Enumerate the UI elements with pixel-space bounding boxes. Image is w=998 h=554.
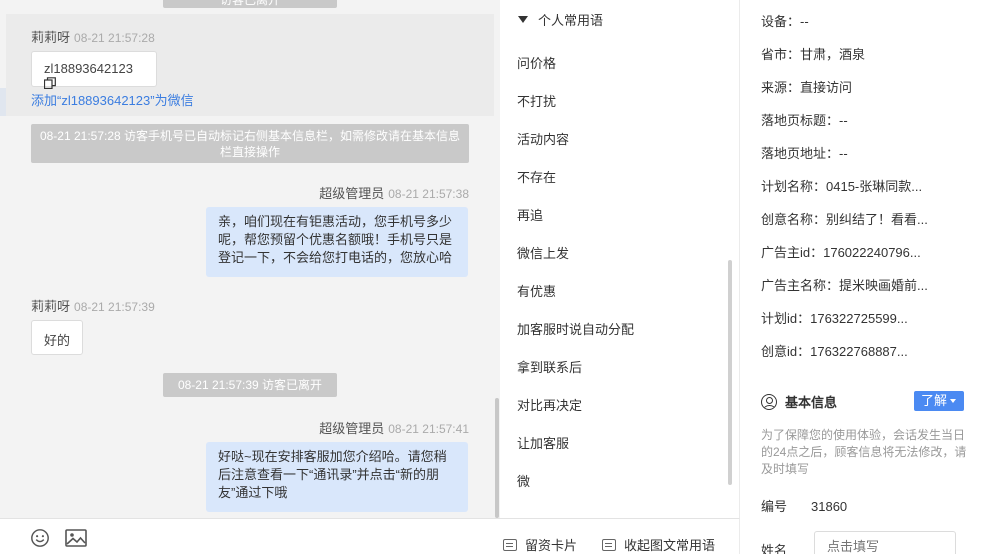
phrases-panel: 个人常用语 问价格 不打扰 活动内容 不存在 再追 微信上发 有优惠 加客服时说…	[500, 0, 740, 518]
chat-panel: 访客已离开 莉莉呀 08-21 21:57:28 zl18893642123 添加…	[0, 0, 500, 554]
info-device: 设备：--	[761, 14, 809, 29]
image-icon[interactable]	[65, 528, 87, 548]
phrase-item[interactable]: 拿到联系后	[517, 357, 582, 376]
info-landing-url: 落地页地址：--	[761, 146, 848, 161]
info-landing-title: 落地页标题：--	[761, 113, 848, 128]
card-icon	[503, 539, 517, 551]
phrase-item[interactable]: 不打扰	[517, 91, 556, 110]
caret-down-icon	[518, 16, 528, 23]
phrases-group-header[interactable]: 个人常用语	[518, 10, 603, 29]
info-creative-name: 创意名称：别纠结了！看看...	[761, 212, 928, 227]
chat-scrollbar-thumb[interactable]	[495, 398, 499, 518]
info-advertiser-name: 广告主名称：提米映画婚前...	[761, 278, 928, 293]
phrase-item[interactable]: 再追	[517, 205, 543, 224]
name-input[interactable]	[814, 531, 956, 554]
system-message: 08-21 21:57:28 访客手机号已自动标记右侧基本信息栏，如需修改请在基…	[31, 124, 469, 163]
message-bubble[interactable]: 好哒~现在安排客服加您介绍哈。请您稍后注意查看一下“通讯录”并点击“新的朋友”通…	[206, 442, 468, 512]
phrase-item[interactable]: 加客服时说自动分配	[517, 319, 634, 338]
phrase-item[interactable]: 问价格	[517, 53, 556, 72]
learn-more-button[interactable]: 了解	[914, 391, 964, 411]
system-message: 访客已离开	[163, 0, 337, 8]
info-notice: 为了保障您的使用体验，会话发生当日的24点之后，顾客信息将无法修改，请及时填写	[761, 428, 967, 476]
message-icon	[602, 539, 616, 551]
info-region: 省市：甘肃，酒泉	[761, 47, 866, 62]
collapse-phrases-button[interactable]: 收起图文常用语	[602, 535, 715, 554]
info-id-row: 编号 31860	[761, 499, 848, 514]
system-message: 08-21 21:57:39 访客已离开	[163, 373, 337, 397]
chat-toolbar	[0, 518, 500, 554]
message-bubble[interactable]: 亲，咱们现在有钜惠活动，您手机号多少呢，帮您预留个优惠名额哦！手机号只是登记一下…	[206, 207, 468, 277]
message-sender: 超级管理员 08-21 21:57:41	[319, 421, 469, 436]
user-icon	[761, 394, 777, 410]
message-sender: 莉莉呀 08-21 21:57:28	[31, 30, 155, 45]
phrase-item[interactable]: 对比再决定	[517, 395, 582, 414]
visitor-info-panel: 设备：-- 省市：甘肃，酒泉 来源：直接访问 落地页标题：-- 落地页地址：--…	[741, 0, 998, 554]
selection-marker	[0, 88, 6, 116]
phrase-item[interactable]: 微信上发	[517, 243, 569, 262]
info-creative-id: 创意id：176322768887...	[761, 344, 908, 359]
info-advertiser-id: 广告主id：176022240796...	[761, 245, 921, 260]
phrase-item[interactable]: 让加客服	[517, 433, 569, 452]
add-wechat-link[interactable]: 添加“zl18893642123”为微信	[31, 90, 194, 109]
phrases-scrollbar[interactable]	[728, 260, 732, 485]
phrase-item[interactable]: 活动内容	[517, 129, 569, 148]
info-source: 来源：直接访问	[761, 80, 853, 95]
message-sender: 莉莉呀 08-21 21:57:39	[31, 299, 155, 314]
message-sender: 超级管理员 08-21 21:57:38	[319, 186, 469, 201]
lead-card-button[interactable]: 留资卡片	[503, 535, 577, 554]
info-plan-name: 计划名称：0415-张琳同款...	[761, 179, 923, 194]
basic-info-title: 基本信息	[761, 392, 837, 411]
phrase-item[interactable]: 有优惠	[517, 281, 556, 300]
dropdown-icon	[950, 399, 957, 403]
info-plan-id: 计划id：176322725599...	[761, 311, 908, 326]
name-label: 姓名	[761, 543, 788, 554]
emoji-icon[interactable]	[29, 528, 51, 548]
copy-icon[interactable]	[43, 77, 56, 90]
phrases-toolbar: 留资卡片 收起图文常用语	[500, 518, 740, 554]
phrase-item[interactable]: 微	[517, 471, 530, 490]
phrase-item[interactable]: 不存在	[517, 167, 556, 186]
message-bubble[interactable]: 好的	[31, 320, 83, 355]
message-bubble[interactable]: zl18893642123	[31, 51, 157, 90]
chat-messages[interactable]: 访客已离开 莉莉呀 08-21 21:57:28 zl18893642123 添加…	[6, 0, 494, 518]
